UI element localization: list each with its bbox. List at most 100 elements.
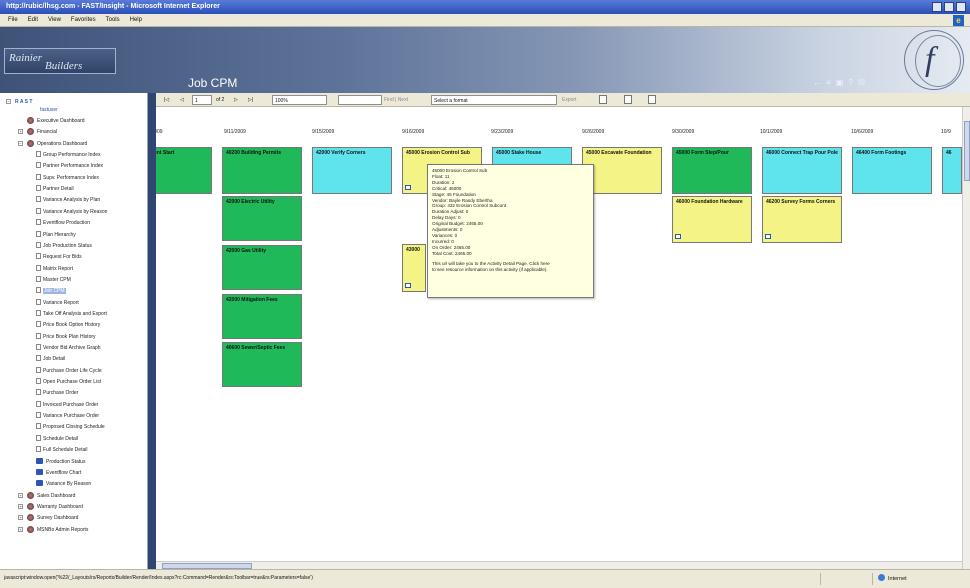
sidebar-item[interactable]: Executive Dashboard: [27, 117, 85, 125]
find-input[interactable]: [338, 95, 382, 105]
minimize-button[interactable]: [932, 2, 942, 12]
activity-card[interactable]: 40600 Sewer/Septic Fees: [222, 342, 302, 387]
page-number-input[interactable]: 1: [192, 95, 212, 105]
sidebar-item[interactable]: + Sales Dashboard: [18, 491, 75, 500]
menu-help[interactable]: Help: [130, 14, 142, 26]
refresh-icon[interactable]: [599, 95, 607, 104]
detail-icon[interactable]: [765, 234, 771, 239]
sidebar-item[interactable]: Variance Report: [36, 298, 79, 307]
activity-card[interactable]: 42000 Mitigation Fees: [222, 294, 302, 339]
activity-card[interactable]: 42000 Electric Utility: [222, 196, 302, 241]
menu-view[interactable]: View: [48, 14, 61, 26]
help-icon[interactable]: ?: [848, 78, 852, 87]
activity-card[interactable]: 46200 Survey Forms Corners: [762, 196, 842, 243]
sidebar-item[interactable]: Variance Analysis by Plan: [36, 196, 100, 204]
expand-icon[interactable]: +: [18, 515, 23, 521]
close-icon[interactable]: ☒: [858, 78, 865, 87]
sidebar-item[interactable]: Open Purchase Order List: [36, 378, 101, 386]
find-next-link[interactable]: Find | Next: [384, 95, 408, 105]
report-icon: [36, 378, 41, 385]
last-page-button[interactable]: ▷|: [248, 95, 253, 105]
sidebar-item[interactable]: − Operations Dashboard: [18, 139, 87, 148]
sidebar-item[interactable]: Proposed Closing Schedule: [36, 423, 105, 431]
activity-card[interactable]: 46000 Foundation Hardware: [672, 196, 752, 243]
first-page-button[interactable]: |◁: [164, 95, 169, 105]
company-logo[interactable]: Rainier Builders: [4, 48, 116, 74]
expand-icon[interactable]: +: [18, 503, 23, 509]
activity-card[interactable]: 45000 Excavate Foundation: [582, 147, 662, 194]
activity-card[interactable]: 46000 Connect Trap Pour Pole: [762, 147, 842, 194]
menu-edit[interactable]: Edit: [28, 14, 38, 26]
sidebar-item[interactable]: Price Book Option History: [36, 321, 100, 329]
sidebar-item[interactable]: Request For Bids: [36, 253, 82, 261]
sidebar-item[interactable]: Matrix Report: [36, 264, 73, 273]
zoom-select[interactable]: 100%: [272, 95, 327, 105]
export-link[interactable]: Export: [562, 95, 576, 105]
detail-icon[interactable]: [405, 283, 411, 288]
sidebar-item[interactable]: + Warranty Dashboard: [18, 502, 83, 511]
activity-tooltip: 45000 Erosion Control Sub Float: 11 Durati…: [427, 164, 594, 298]
next-page-button[interactable]: ▷: [234, 95, 238, 105]
menu-file[interactable]: File: [8, 14, 18, 26]
tree-root[interactable]: − R A S T: [6, 99, 32, 106]
vertical-scrollbar[interactable]: [962, 107, 970, 569]
expand-icon[interactable]: +: [18, 526, 23, 532]
sidebar-item[interactable]: Job Detail: [36, 355, 65, 363]
report-icon: [36, 173, 41, 180]
sidebar-item[interactable]: Full Schedule Detail: [36, 446, 87, 454]
sidebar-item[interactable]: Price Book Plan History: [36, 332, 96, 341]
maximize-button[interactable]: [944, 2, 954, 12]
print-icon[interactable]: [624, 95, 632, 104]
sidebar-item[interactable]: Eventflow Chart: [36, 468, 81, 477]
prev-page-button[interactable]: ◁: [180, 95, 184, 105]
activity-card[interactable]: 40200 Building Permits: [222, 147, 302, 194]
sidebar-item[interactable]: Variance Analysis by Reason: [36, 207, 107, 216]
detail-icon[interactable]: [405, 185, 411, 190]
sidebar-item[interactable]: Invoiced Purchase Order: [36, 400, 98, 409]
sidebar-item[interactable]: Supv. Performance Index: [36, 173, 99, 182]
sidebar-item[interactable]: Partner Detail: [36, 185, 74, 193]
sidebar-item[interactable]: Partner Performance Index: [36, 162, 103, 170]
sidebar-item[interactable]: Job CPM: [36, 287, 66, 295]
sidebar-item[interactable]: Purchase Order Life Cycle: [36, 366, 102, 375]
activity-card[interactable]: 46400 Form Footings: [852, 147, 932, 194]
expand-icon[interactable]: +: [18, 129, 23, 135]
activity-card[interactable]: 42000 Verify Corners: [312, 147, 392, 194]
report-icon: [36, 241, 41, 248]
sidebar-item[interactable]: Master CPM: [36, 275, 71, 284]
sidebar-item[interactable]: Variance By Reason: [36, 480, 91, 488]
sidebar-item[interactable]: Variance Purchase Order: [36, 412, 99, 420]
activity-card[interactable]: 43000: [402, 244, 426, 292]
activity-card[interactable]: ent Start: [156, 147, 212, 194]
sidebar-item[interactable]: Vendor Bid Archive Graph: [36, 344, 101, 352]
detail-icon[interactable]: [675, 234, 681, 239]
sidebar-item[interactable]: Take Off Analysis and Export: [36, 309, 107, 318]
tree-root-label: R A S T: [15, 99, 33, 105]
expand-icon[interactable]: +: [18, 492, 23, 498]
sidebar-item[interactable]: Purchase Order: [36, 389, 78, 397]
menu-icon[interactable]: ≡: [826, 78, 831, 87]
activity-card[interactable]: 42000 Gas Utility: [222, 245, 302, 290]
sidebar-item[interactable]: + MSNBo Admin Reports: [18, 525, 88, 534]
back-icon[interactable]: ←: [813, 78, 821, 87]
sidebar-item[interactable]: Job Production Status: [36, 241, 92, 250]
sidebar-item[interactable]: + Survey Dashboard: [18, 514, 78, 522]
horizontal-scrollbar[interactable]: [156, 561, 962, 569]
sidebar-item[interactable]: + Financial: [18, 128, 57, 136]
sidebar-item[interactable]: Schedule Detail: [36, 434, 78, 443]
menu-favorites[interactable]: Favorites: [71, 14, 96, 26]
sidebar-splitter[interactable]: [148, 93, 156, 569]
collapse-icon[interactable]: −: [18, 140, 23, 146]
activity-card[interactable]: 45000 Form Step/Pour: [672, 147, 752, 194]
menu-tools[interactable]: Tools: [106, 14, 120, 26]
activity-card[interactable]: 46: [942, 147, 962, 194]
sidebar-item[interactable]: Group Performance Index: [36, 151, 101, 159]
collapse-icon[interactable]: −: [6, 99, 11, 104]
sidebar-item[interactable]: Eventflow Production: [36, 219, 90, 227]
data-feed-icon[interactable]: [648, 95, 656, 104]
sidebar-item[interactable]: Plan Hierarchy: [36, 230, 76, 239]
print-icon[interactable]: ▣: [836, 78, 844, 87]
format-select[interactable]: Select a format: [431, 95, 557, 105]
sidebar-item[interactable]: Production Status: [36, 457, 85, 466]
close-button[interactable]: [956, 2, 966, 12]
